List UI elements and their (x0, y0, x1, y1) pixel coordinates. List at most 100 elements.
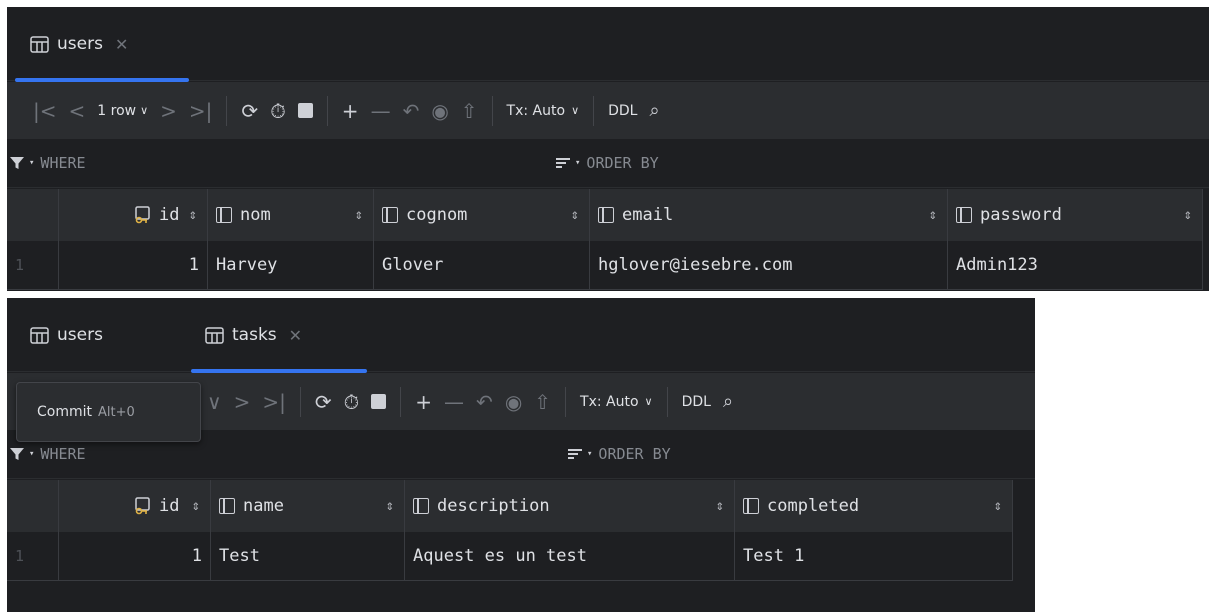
tasks-table-panel: users tasks ✕ ∨ > >| ⟳ ⏱ + — ↶ ◉ ⇧ Tx: A… (7, 298, 1035, 612)
cell-cognom[interactable]: Glover (374, 241, 590, 289)
cell-id[interactable]: 1 (59, 532, 211, 580)
sort-arrows-icon[interactable]: ⇕ (355, 207, 363, 223)
close-icon[interactable]: ✕ (115, 35, 128, 54)
column-header-description[interactable]: description ⇕ (405, 480, 735, 532)
sort-arrows-icon[interactable]: ⇕ (994, 498, 1002, 514)
order-by-label: ORDER BY (586, 154, 659, 172)
table-icon (205, 326, 224, 344)
column-header-completed[interactable]: completed ⇕ (735, 480, 1013, 532)
column-header-id[interactable]: id ⇕ (59, 480, 211, 532)
submit-icon[interactable]: ⇧ (534, 386, 551, 418)
cell-completed[interactable]: Test 1 (735, 532, 1013, 580)
column-name: cognom (406, 205, 468, 225)
chevron-down-icon: ∨ (140, 104, 149, 117)
next-page-icon[interactable]: > (234, 386, 251, 418)
table-icon (30, 326, 49, 344)
cell-password[interactable]: Admin123 (948, 241, 1203, 289)
row-number: 1 (7, 241, 59, 289)
preview-changes-icon[interactable]: ◉ (505, 386, 522, 418)
tx-mode-label: Tx: Auto (580, 393, 639, 410)
column-header-nom[interactable]: nom ⇕ (208, 189, 374, 241)
order-by-filter[interactable]: ▾ ORDER BY (567, 445, 671, 463)
row-number-header (7, 189, 59, 241)
sort-arrows-icon[interactable]: ⇕ (716, 498, 724, 514)
toolbar-separator (666, 386, 668, 417)
sort-arrows-icon[interactable]: ⇕ (571, 207, 579, 223)
table-row[interactable]: 1 1 Test Aquest es un test Test 1 (7, 532, 1013, 581)
first-page-icon[interactable]: |< (33, 95, 57, 127)
column-header-cognom[interactable]: cognom ⇕ (374, 189, 590, 241)
chevron-down-icon[interactable]: ∨ (207, 386, 222, 418)
column-name: nom (240, 205, 271, 225)
where-label: WHERE (40, 154, 86, 172)
row-number: 1 (7, 532, 59, 580)
cell-id[interactable]: 1 (59, 241, 208, 289)
editor-tab-bar: users ✕ (7, 7, 1209, 82)
last-page-icon[interactable]: >| (262, 386, 286, 418)
sort-arrows-icon[interactable]: ⇕ (192, 498, 200, 514)
where-filter[interactable]: ▾ WHERE (9, 445, 86, 463)
filter-bar: ▾ WHERE ▾ ORDER BY (7, 140, 1209, 188)
previous-page-icon[interactable]: < (69, 95, 86, 127)
order-by-label: ORDER BY (598, 445, 671, 463)
next-page-icon[interactable]: > (160, 95, 177, 127)
tx-mode-dropdown[interactable]: Tx: Auto ∨ (507, 95, 580, 127)
tx-mode-dropdown[interactable]: Tx: Auto ∨ (580, 386, 653, 418)
refresh-icon[interactable]: ⟳ (315, 386, 332, 418)
stop-icon[interactable] (297, 95, 313, 127)
where-filter[interactable]: ▾ WHERE (9, 154, 86, 172)
toolbar-separator (491, 95, 493, 126)
add-row-icon[interactable]: + (415, 386, 432, 418)
history-icon[interactable]: ⏱ (270, 95, 286, 127)
commit-tooltip: Commit Alt+0 (16, 382, 201, 442)
row-count-dropdown[interactable]: 1 row ∨ (97, 95, 148, 127)
column-header-name[interactable]: name ⇕ (211, 480, 405, 532)
refresh-icon[interactable]: ⟳ (241, 95, 258, 127)
ddl-button[interactable]: DDL (608, 95, 637, 127)
add-row-icon[interactable]: + (342, 95, 359, 127)
sort-arrows-icon[interactable]: ⇕ (929, 207, 937, 223)
tab-tasks[interactable]: tasks ✕ (183, 298, 367, 373)
history-icon[interactable]: ⏱ (344, 386, 360, 418)
cell-description[interactable]: Aquest es un test (405, 532, 735, 580)
column-header-id[interactable]: id ⇕ (59, 189, 208, 241)
sort-lines-icon (556, 158, 570, 168)
preview-changes-icon[interactable]: ◉ (431, 95, 448, 127)
column-name: id (159, 496, 180, 516)
delete-row-icon[interactable]: — (444, 386, 464, 418)
order-by-filter[interactable]: ▾ ORDER BY (555, 154, 659, 172)
sort-arrows-icon[interactable]: ⇕ (386, 498, 394, 514)
dropdown-caret-icon: ▾ (29, 158, 35, 168)
search-icon[interactable]: ⌕ (650, 95, 660, 127)
header-row: id ⇕ name ⇕ description ⇕ completed ⇕ (7, 480, 1013, 532)
submit-icon[interactable]: ⇧ (461, 95, 478, 127)
column-name: id (159, 205, 180, 225)
stop-icon[interactable] (371, 386, 387, 418)
revert-icon[interactable]: ↶ (476, 386, 493, 418)
ddl-button[interactable]: DDL (682, 386, 711, 418)
sort-arrows-icon[interactable]: ⇕ (189, 207, 197, 223)
cell-email[interactable]: hglover@iesebre.com (590, 241, 948, 289)
tooltip-shortcut: Alt+0 (98, 404, 135, 420)
close-icon[interactable]: ✕ (289, 326, 302, 345)
chevron-down-icon: ∨ (571, 104, 580, 117)
cell-name[interactable]: Test (211, 532, 405, 580)
toolbar-separator (593, 95, 595, 126)
last-page-icon[interactable]: >| (189, 95, 213, 127)
column-name: description (437, 496, 550, 516)
sort-arrows-icon[interactable]: ⇕ (1184, 207, 1192, 223)
primary-key-icon (135, 497, 150, 515)
search-icon[interactable]: ⌕ (723, 386, 733, 418)
column-name: completed (767, 496, 860, 516)
cell-nom[interactable]: Harvey (208, 241, 374, 289)
column-header-email[interactable]: email ⇕ (590, 189, 948, 241)
delete-row-icon[interactable]: — (371, 95, 391, 127)
where-label: WHERE (40, 445, 86, 463)
tab-users[interactable]: users ✕ (7, 7, 189, 82)
tab-users[interactable]: users (7, 298, 177, 372)
revert-icon[interactable]: ↶ (403, 95, 420, 127)
tx-mode-label: Tx: Auto (506, 102, 566, 119)
column-icon (598, 207, 614, 223)
column-header-password[interactable]: password ⇕ (948, 189, 1203, 241)
table-row[interactable]: 1 1 Harvey Glover hglover@iesebre.com Ad… (7, 241, 1203, 290)
